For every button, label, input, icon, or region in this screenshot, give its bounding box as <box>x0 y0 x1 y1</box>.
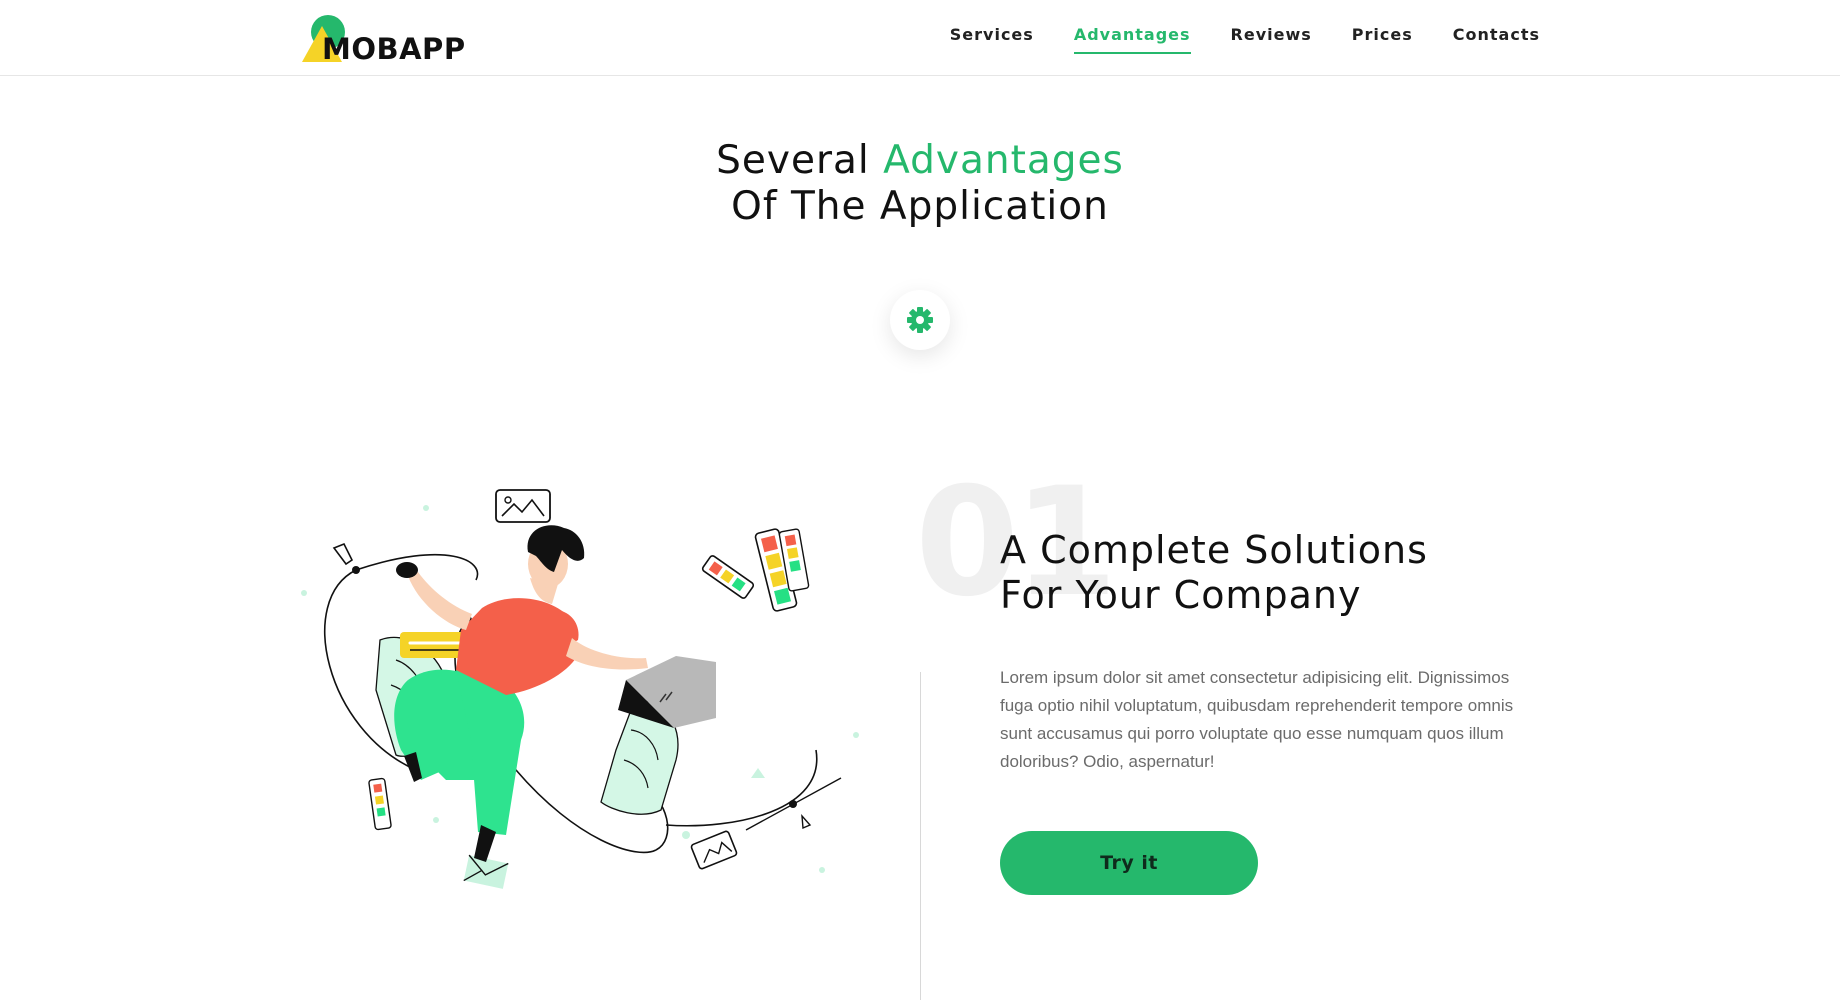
feature-title-line1: A Complete Solutions <box>1000 528 1428 572</box>
section-title-part1: Several <box>716 138 884 183</box>
feature-description: Lorem ipsum dolor sit amet consectetur a… <box>1000 668 1514 771</box>
section-title: Several Advantages Of The Application <box>0 138 1840 230</box>
gear-icon <box>907 307 933 333</box>
logo-text: MOBAPP <box>322 32 466 66</box>
site-header: MOBAPP Services Advantages Reviews Price… <box>0 0 1840 76</box>
person-laptop-illustration <box>301 489 859 889</box>
nav-prices[interactable]: Prices <box>1352 25 1413 48</box>
logo[interactable]: MOBAPP <box>300 12 480 66</box>
vertical-divider <box>920 672 921 1000</box>
feature-title-line2: For Your Company <box>1000 573 1362 617</box>
gear-badge <box>890 290 950 350</box>
try-it-button[interactable]: Try it <box>1000 831 1258 895</box>
nav-reviews[interactable]: Reviews <box>1231 25 1312 48</box>
section-title-line2: Of The Application <box>731 184 1109 229</box>
nav-contacts[interactable]: Contacts <box>1453 25 1540 48</box>
section-title-accent: Advantages <box>883 138 1124 183</box>
feature-title: A Complete Solutions For Your Company <box>1000 528 1428 618</box>
nav-advantages[interactable]: Advantages <box>1073 25 1191 54</box>
main-nav: Services Advantages Reviews Prices Conta… <box>950 0 1540 76</box>
nav-services[interactable]: Services <box>950 25 1034 48</box>
